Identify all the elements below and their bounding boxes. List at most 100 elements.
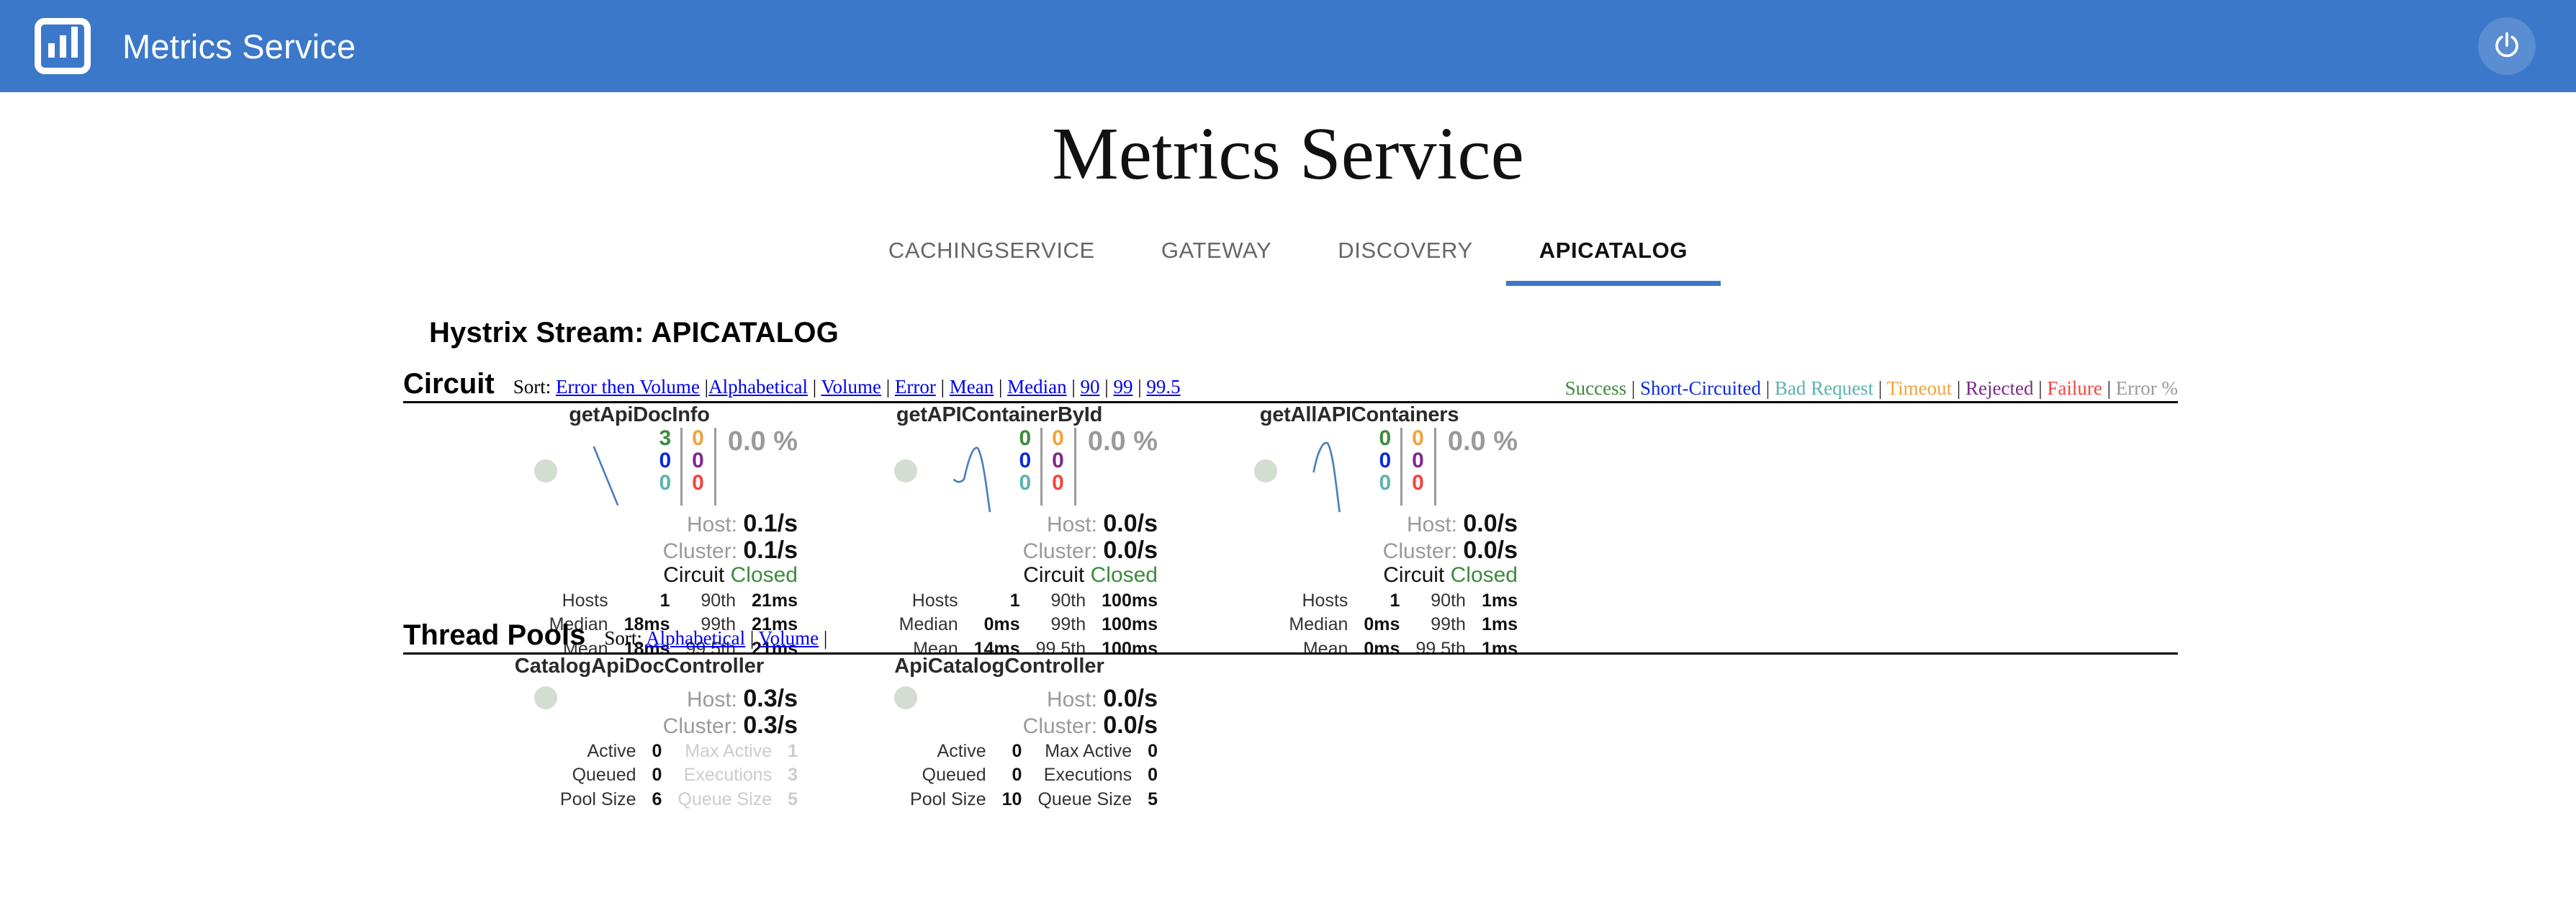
host-rate-value: 0.3/s <box>743 685 798 712</box>
bar-chart-icon <box>35 18 91 74</box>
counter-failure: 0 <box>692 470 704 495</box>
status-badge: Closed <box>1090 563 1158 587</box>
circuit-sort-mean[interactable]: Mean <box>950 376 994 398</box>
threadpool-sort-alphabetical[interactable]: Alphabetical <box>646 627 745 649</box>
host-rate-value: 0.1/s <box>743 510 798 537</box>
stat-value: 0 <box>1012 741 1022 761</box>
circuit-card-getallapicontainers[interactable]: getAllAPIContainers 0 0 0 0 0 0 0.0 % Ho… <box>1201 403 1518 659</box>
circuit-card-getapicontainerbyid[interactable]: getAPIContainerById 0 0 0 0 0 0 0.0 % Ho… <box>841 403 1158 659</box>
legend-error-percent: Error % <box>2115 377 2178 399</box>
app-header: Metrics Service <box>0 0 2576 92</box>
stat-value: 0 <box>652 741 662 761</box>
host-rate-label: Host: <box>1047 688 1098 711</box>
stat-value: 0 <box>1012 765 1022 786</box>
counter-col-right: 0 0 0 <box>1402 426 1436 506</box>
circuit-sort-error[interactable]: Error <box>895 376 936 398</box>
circuit-status-label: Circuit <box>663 563 725 587</box>
stat-label: Queue Size <box>1037 789 1132 809</box>
stat-value: 100ms <box>1102 591 1158 611</box>
counter-col-left: 3 0 0 <box>649 427 683 506</box>
circuit-card-title: getAllAPIContainers <box>1259 403 1459 426</box>
threadpool-sort-controls: Sort: Alphabetical | Volume | <box>604 627 828 649</box>
counter-col-right: 0 0 0 <box>1042 426 1076 506</box>
circuit-sort-controls: Sort: Error then Volume |Alphabetical | … <box>513 376 1181 398</box>
legend-rejected: Rejected <box>1965 377 2034 399</box>
counter-success: 0 <box>1019 426 1032 450</box>
cluster-rate-label: Cluster: <box>662 539 738 563</box>
circuit-sort-alphabetical[interactable]: Alphabetical <box>708 376 808 398</box>
stat-value: 1ms <box>1481 591 1518 611</box>
legend-short-circuited: Short-Circuited <box>1640 377 1762 399</box>
stat-label: Active <box>937 741 986 761</box>
circuit-counters: 3 0 0 0 0 0 0.0 % <box>649 427 798 506</box>
counter-bad-request: 0 <box>1019 470 1032 495</box>
stat-label: 90th <box>701 591 737 611</box>
threadpool-section-title: Thread Pools <box>403 619 586 651</box>
circuit-status: Circuit Closed <box>1023 563 1158 588</box>
cluster-rate-label: Cluster: <box>1382 539 1458 563</box>
circuit-sort-volume[interactable]: Volume <box>821 376 881 398</box>
power-icon[interactable] <box>2478 17 2536 75</box>
sparkline-chart <box>953 446 991 513</box>
host-rate-value: 0.0/s <box>1103 685 1158 712</box>
counter-short-circuited: 0 <box>1379 448 1392 472</box>
cluster-rate-label: Cluster: <box>1022 539 1098 563</box>
threadpool-card-title: CatalogApiDocController <box>514 655 765 678</box>
stat-value: 1 <box>1009 591 1020 611</box>
stat-label: Pool Size <box>559 789 636 809</box>
sparkline-chart <box>593 446 619 506</box>
host-rate-label: Host: <box>1407 513 1458 536</box>
counter-bad-request: 0 <box>659 470 672 495</box>
counter-rejected: 0 <box>1052 448 1064 472</box>
circuit-card-getapidocinfo[interactable]: getApiDocInfo 3 0 0 0 0 0 0.0 % Host: 0.… <box>481 403 798 659</box>
tab-discovery[interactable]: DISCOVERY <box>1305 238 1505 286</box>
counter-timeout: 0 <box>1052 426 1064 450</box>
circuit-sort-median[interactable]: Median <box>1007 376 1066 398</box>
threadpool-card-catalogapidoccontroller[interactable]: CatalogApiDocController Host: 0.3/s Clus… <box>481 655 798 809</box>
host-rate-row: Host: 0.3/s <box>687 685 798 713</box>
tab-cachingservice[interactable]: CACHINGSERVICE <box>855 238 1128 286</box>
host-rate-label: Host: <box>687 513 738 536</box>
tab-gateway[interactable]: GATEWAY <box>1128 238 1305 286</box>
cluster-rate-value: 0.0/s <box>1103 711 1158 739</box>
hystrix-dashboard: Hystrix Stream: APICATALOG Circuit Sort:… <box>0 317 2576 809</box>
threadpool-stats-table: Active 0 Max Active 1 Queued 0 Execution… <box>560 740 798 812</box>
stat-label: Hosts <box>911 591 958 611</box>
threadpool-sort-volume[interactable]: Volume <box>759 627 819 649</box>
cluster-rate-label: Cluster: <box>662 714 738 738</box>
threadpool-stats-table: Active 0 Max Active 0 Queued 0 Execution… <box>910 740 1158 812</box>
circuit-sort-99[interactable]: 99 <box>1113 376 1132 398</box>
counter-timeout: 0 <box>1412 426 1424 450</box>
circuit-section-title: Circuit <box>403 368 495 400</box>
cluster-rate-row: Cluster: 0.1/s <box>663 536 798 565</box>
host-rate-value: 0.0/s <box>1463 510 1518 537</box>
counter-col-right: 0 0 0 <box>683 427 716 506</box>
health-dot-icon <box>534 686 557 709</box>
circuit-status-label: Circuit <box>1383 563 1445 587</box>
service-tabs: CACHINGSERVICE GATEWAY DISCOVERY APICATA… <box>0 238 2576 286</box>
stat-value: 1 <box>1390 591 1400 611</box>
host-rate-row: Host: 0.0/s <box>1407 510 1518 538</box>
circuit-legend: Success | Short-Circuited | Bad Request … <box>1564 377 2178 399</box>
threadpool-card-apicatalogcontroller[interactable]: ApiCatalogController Host: 0.0/s Cluster… <box>841 655 1158 809</box>
stat-label: Queue Size <box>677 789 773 809</box>
stat-value: 0 <box>1148 765 1158 786</box>
circuit-sort-995[interactable]: 99.5 <box>1146 376 1180 398</box>
threadpool-card-title: ApiCatalogController <box>894 655 1104 678</box>
legend-timeout: Timeout <box>1886 377 1953 399</box>
stat-value: 10 <box>1001 789 1022 809</box>
circuit-counters: 0 0 0 0 0 0 0.0 % <box>1369 426 1518 506</box>
stat-value: 21ms <box>752 591 798 611</box>
circuit-cards: getApiDocInfo 3 0 0 0 0 0 0.0 % Host: 0.… <box>403 403 2178 659</box>
cluster-rate-row: Cluster: 0.0/s <box>1383 536 1518 565</box>
circuit-status: Circuit Closed <box>663 563 798 588</box>
circuit-sort-error-then-volume[interactable]: Error then Volume <box>556 376 700 398</box>
counter-short-circuited: 0 <box>659 448 672 472</box>
counter-failure: 0 <box>1052 470 1064 495</box>
stat-label: Queued <box>572 765 636 786</box>
circuit-sort-90[interactable]: 90 <box>1081 376 1100 398</box>
counter-col-left: 0 0 0 <box>1369 427 1403 506</box>
stat-label: 90th <box>1050 591 1086 611</box>
threadpool-section-header: Thread Pools Sort: Alphabetical | Volume… <box>403 619 2178 655</box>
tab-apicatalog[interactable]: APICATALOG <box>1505 238 1721 286</box>
